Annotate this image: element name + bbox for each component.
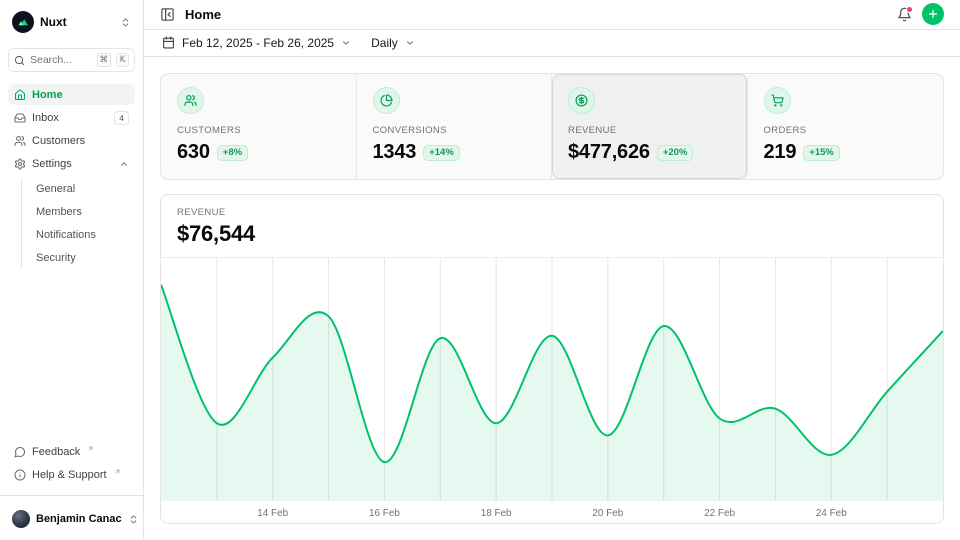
user-menu[interactable]: Benjamin Canac bbox=[8, 506, 135, 532]
x-axis-tick-label: 14 Feb bbox=[257, 508, 288, 519]
feedback-link[interactable]: Feedback bbox=[8, 441, 135, 462]
sidebar-divider bbox=[0, 495, 143, 496]
nuxt-logo-icon bbox=[12, 11, 34, 33]
kbd-cmd: ⌘ bbox=[97, 53, 112, 67]
stat-card-conversions[interactable]: CONVERSIONS 1343 +14% bbox=[357, 74, 553, 179]
workspace-switcher[interactable]: Nuxt bbox=[8, 10, 135, 34]
sidebar-item-settings[interactable]: Settings bbox=[8, 153, 135, 174]
x-axis-tick-label: 18 Feb bbox=[481, 508, 512, 519]
sidebar-item-customers[interactable]: Customers bbox=[8, 130, 135, 151]
search-input[interactable]: Search... ⌘ K bbox=[8, 48, 135, 72]
sidebar-item-label: Inbox bbox=[32, 112, 108, 124]
sidebar: Nuxt Search... ⌘ K Home bbox=[0, 0, 144, 540]
external-link-icon bbox=[114, 468, 121, 475]
x-axis-tick-label: 20 Feb bbox=[592, 508, 623, 519]
sidebar-item-security[interactable]: Security bbox=[32, 247, 135, 268]
content: CUSTOMERS 630 +8% CONVERSIONS 1343 +14% bbox=[144, 57, 960, 540]
date-range-picker[interactable]: Feb 12, 2025 - Feb 26, 2025 bbox=[154, 30, 359, 56]
stat-card-customers[interactable]: CUSTOMERS 630 +8% bbox=[161, 74, 357, 179]
workspace-name: Nuxt bbox=[40, 15, 114, 29]
stats-row: CUSTOMERS 630 +8% CONVERSIONS 1343 +14% bbox=[160, 73, 944, 180]
sidebar-collapse-icon[interactable] bbox=[160, 7, 175, 22]
inbox-icon bbox=[14, 112, 26, 124]
x-axis-tick-label: 24 Feb bbox=[816, 508, 847, 519]
settings-submenu: General Members Notifications Security bbox=[21, 178, 135, 268]
stat-label: CUSTOMERS bbox=[177, 125, 340, 136]
page-title: Home bbox=[185, 7, 221, 22]
chevron-down-icon bbox=[405, 38, 415, 48]
granularity-value: Daily bbox=[371, 36, 398, 50]
chevrons-up-down-icon bbox=[128, 514, 139, 525]
x-axis-tick-label: 22 Feb bbox=[704, 508, 735, 519]
granularity-select[interactable]: Daily bbox=[363, 30, 423, 56]
stat-label: CONVERSIONS bbox=[373, 125, 536, 136]
sidebar-item-label: Settings bbox=[32, 158, 113, 170]
filters-toolbar: Feb 12, 2025 - Feb 26, 2025 Daily bbox=[144, 30, 960, 57]
add-button[interactable] bbox=[922, 3, 944, 25]
external-link-icon bbox=[87, 445, 94, 452]
inbox-count-badge: 4 bbox=[114, 111, 129, 125]
notifications-bell-icon[interactable] bbox=[897, 7, 912, 22]
stat-delta-badge: +20% bbox=[657, 145, 694, 161]
search-placeholder: Search... bbox=[30, 54, 92, 66]
sidebar-item-inbox[interactable]: Inbox 4 bbox=[8, 107, 135, 128]
message-bubble-icon bbox=[14, 446, 26, 458]
shopping-cart-icon bbox=[764, 87, 791, 114]
stat-card-revenue[interactable]: REVENUE $477,626 +20% bbox=[552, 74, 748, 179]
date-range-value: Feb 12, 2025 - Feb 26, 2025 bbox=[182, 36, 334, 50]
chart-metric-label: REVENUE bbox=[177, 207, 927, 218]
home-icon bbox=[14, 89, 26, 101]
sidebar-footer: Feedback Help & Support Benjamin Canac bbox=[8, 441, 135, 532]
info-circle-icon bbox=[14, 469, 26, 481]
sidebar-item-label: Home bbox=[32, 89, 129, 101]
main-panel: Home Feb 12, 2025 - Feb 26, 2025 bbox=[144, 0, 960, 540]
stat-value: 630 bbox=[177, 141, 210, 164]
stat-value: 219 bbox=[764, 141, 797, 164]
chart-metric-value: $76,544 bbox=[177, 221, 927, 247]
calendar-icon bbox=[162, 36, 175, 49]
sidebar-item-general[interactable]: General bbox=[32, 178, 135, 199]
stat-delta-badge: +14% bbox=[423, 145, 460, 161]
gear-icon bbox=[14, 158, 26, 170]
stat-delta-badge: +8% bbox=[217, 145, 248, 161]
stat-label: REVENUE bbox=[568, 125, 731, 136]
chevron-up-icon bbox=[119, 159, 129, 169]
sidebar-item-notifications[interactable]: Notifications bbox=[32, 224, 135, 245]
help-support-link[interactable]: Help & Support bbox=[8, 464, 135, 485]
topbar: Home bbox=[144, 0, 960, 30]
revenue-chart-card: REVENUE $76,544 14 Feb 16 Feb 18 Feb 20 Feb… bbox=[160, 194, 944, 524]
user-name: Benjamin Canac bbox=[36, 513, 122, 525]
chevron-down-icon bbox=[341, 38, 351, 48]
notification-dot bbox=[906, 6, 913, 13]
x-axis-tick-label: 16 Feb bbox=[369, 508, 400, 519]
stat-value: 1343 bbox=[373, 141, 417, 164]
help-support-label: Help & Support bbox=[32, 469, 107, 481]
search-icon bbox=[14, 55, 25, 66]
stat-card-orders[interactable]: ORDERS 219 +15% bbox=[748, 74, 944, 179]
chevrons-up-down-icon bbox=[120, 17, 131, 28]
stat-value: $477,626 bbox=[568, 141, 650, 164]
pie-chart-icon bbox=[373, 87, 400, 114]
stat-delta-badge: +15% bbox=[803, 145, 840, 161]
dollar-circle-icon bbox=[568, 87, 595, 114]
sidebar-item-label: Customers bbox=[32, 135, 129, 147]
sidebar-item-home[interactable]: Home bbox=[8, 84, 135, 105]
kbd-k: K bbox=[116, 53, 129, 67]
sidebar-nav: Home Inbox 4 Customers Settings bbox=[8, 84, 135, 270]
app-root: Nuxt Search... ⌘ K Home bbox=[0, 0, 960, 540]
stat-label: ORDERS bbox=[764, 125, 928, 136]
sidebar-item-members[interactable]: Members bbox=[32, 201, 135, 222]
avatar bbox=[12, 510, 30, 528]
feedback-label: Feedback bbox=[32, 446, 80, 458]
chart-header: REVENUE $76,544 bbox=[161, 195, 943, 258]
users-icon bbox=[14, 135, 26, 147]
revenue-area-chart[interactable]: 14 Feb 16 Feb 18 Feb 20 Feb 22 Feb 24 Feb bbox=[161, 258, 943, 523]
users-icon bbox=[177, 87, 204, 114]
